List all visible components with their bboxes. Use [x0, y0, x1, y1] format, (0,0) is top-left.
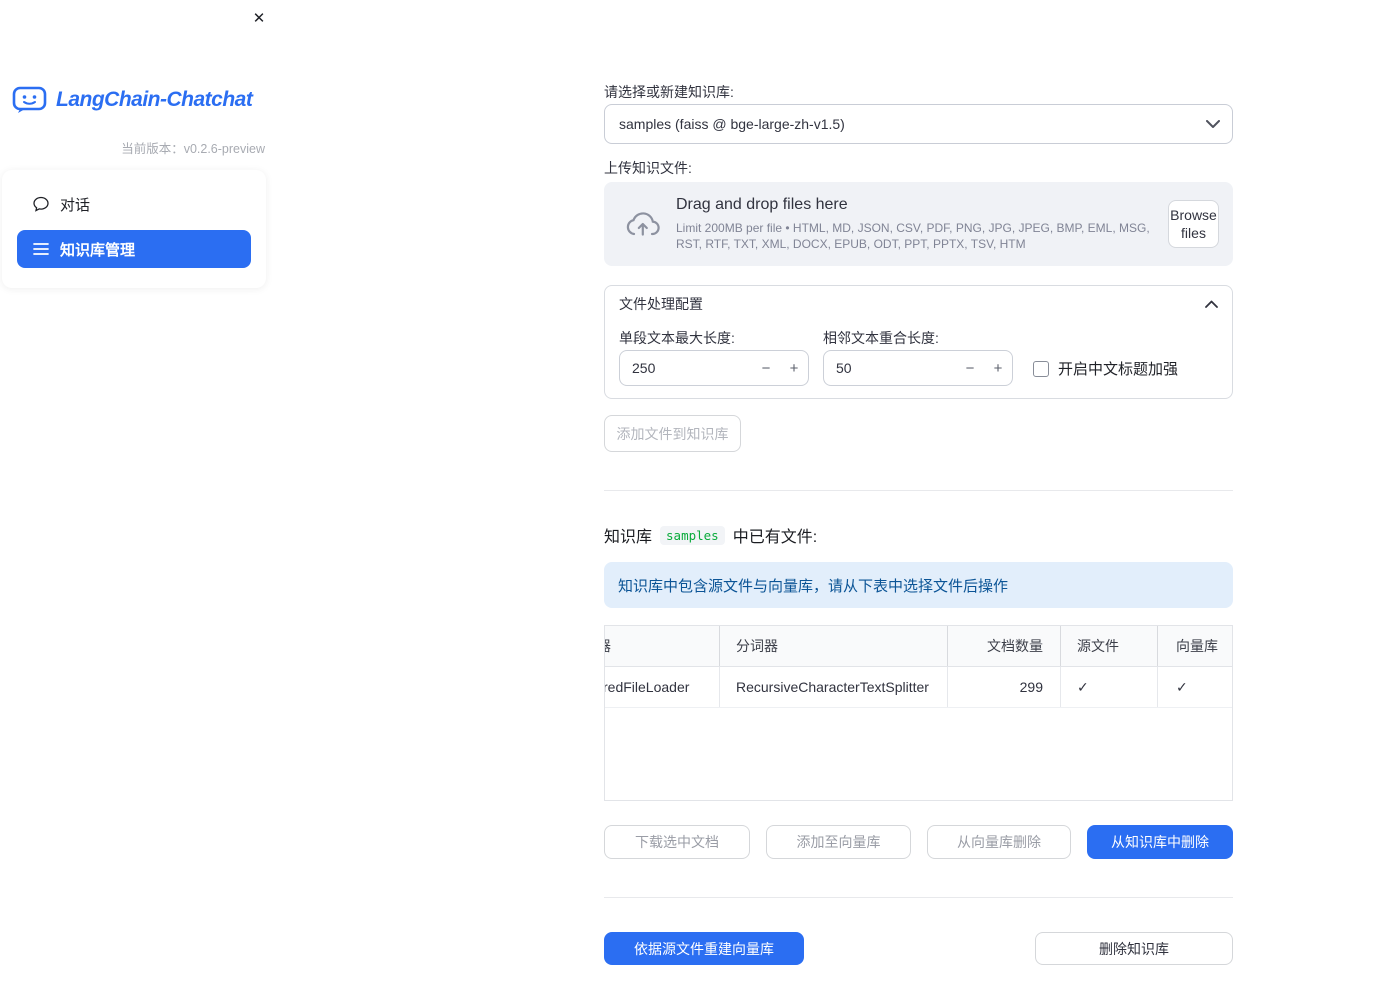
info-banner: 知识库中包含源文件与向量库，请从下表中选择文件后操作 — [604, 562, 1233, 608]
add-to-vector-store-button[interactable]: 添加至向量库 — [766, 825, 911, 859]
minus-stepper-icon[interactable]: − — [956, 351, 984, 385]
chevron-down-icon — [1206, 120, 1220, 128]
existing-suffix: 中已有文件: — [732, 529, 818, 546]
app-logo: LangChain-Chatchat — [12, 86, 253, 114]
plus-stepper-icon[interactable]: + — [984, 351, 1012, 385]
files-table: 器 分词器 文档数量 源文件 向量库 redFileLoader Recursi… — [604, 625, 1233, 801]
chunk-size-value[interactable]: 250 — [620, 360, 752, 376]
expander-title: 文件处理配置 — [619, 296, 703, 312]
dropzone-text: Drag and drop files here Limit 200MB per… — [676, 196, 1154, 252]
plus-stepper-icon[interactable]: + — [780, 351, 808, 385]
checkbox-unchecked[interactable] — [1033, 360, 1049, 377]
col-header-vector: 向量库 — [1176, 638, 1218, 654]
delete-from-kb-button[interactable]: 从知识库中删除 — [1087, 825, 1233, 859]
existing-prefix: 知识库 — [604, 529, 653, 546]
browse-files-button[interactable]: Browse files — [1168, 200, 1219, 248]
cloud-upload-icon — [622, 208, 662, 240]
close-sidebar-icon[interactable]: ✕ — [248, 7, 270, 29]
sidebar-item-kb-management[interactable]: 知识库管理 — [17, 230, 251, 268]
cell-loader-text: redFileLoader — [605, 679, 690, 695]
cell-splitter: RecursiveCharacterTextSplitter — [720, 667, 948, 707]
chunk-size-input[interactable]: 250 − + — [619, 350, 809, 386]
expander-header[interactable]: 文件处理配置 — [605, 286, 1232, 322]
col-header-splitter: 分词器 — [720, 626, 948, 666]
upload-label: 上传知识文件: — [604, 160, 692, 176]
col-header-loader: 器 — [605, 626, 720, 666]
cell-loader: redFileLoader — [605, 667, 720, 707]
version-line: 当前版本：v0.2.6-preview — [0, 138, 265, 157]
version-value: v0.2.6-preview — [183, 142, 265, 156]
delete-kb-button[interactable]: 删除知识库 — [1035, 932, 1233, 965]
overlap-size-label: 相邻文本重合长度: — [823, 330, 939, 346]
check-icon: ✓ — [1061, 667, 1158, 707]
file-config-expander: 文件处理配置 单段文本最大长度: 相邻文本重合长度: 250 − + 50 − … — [604, 285, 1233, 399]
overlap-size-input[interactable]: 50 − + — [823, 350, 1013, 386]
check-icon: ✓ — [1176, 678, 1188, 695]
col-header-doc-count: 文档数量 — [948, 626, 1061, 666]
rebuild-vector-store-button[interactable]: 依据源文件重建向量库 — [604, 932, 804, 965]
file-dropzone[interactable]: Drag and drop files here Limit 200MB per… — [604, 182, 1233, 266]
divider — [604, 897, 1233, 898]
divider — [604, 490, 1233, 491]
kb-select-label: 请选择或新建知识库: — [604, 84, 734, 100]
chunk-size-label: 单段文本最大长度: — [619, 330, 735, 346]
zh-title-checkbox-label: 开启中文标题加强 — [1058, 361, 1179, 378]
kb-select-value: samples (faiss @ bge-large-zh-v1.5) — [619, 116, 845, 132]
minus-stepper-icon[interactable]: − — [752, 351, 780, 385]
table-header-row: 器 分词器 文档数量 源文件 向量库 — [605, 626, 1232, 667]
app-root: ✕ LangChain-Chatchat 当前版本：v0.2.6-preview — [0, 0, 1380, 1002]
delete-from-vector-store-button[interactable]: 从向量库删除 — [927, 825, 1071, 859]
sidebar-item-label: 对话 — [60, 196, 91, 214]
sidebar-item-chat[interactable]: 对话 — [17, 184, 251, 224]
kb-select[interactable]: samples (faiss @ bge-large-zh-v1.5) — [604, 104, 1233, 144]
col-header-text: 器 — [605, 636, 611, 656]
overlap-size-value[interactable]: 50 — [824, 360, 956, 376]
sidebar-item-label: 知识库管理 — [60, 241, 136, 259]
sidebar-menu: 对话 知识库管理 — [2, 170, 266, 288]
col-header-source: 源文件 — [1061, 626, 1158, 666]
chevron-up-icon — [1205, 300, 1218, 308]
logo-chat-icon — [12, 86, 48, 114]
list-icon — [33, 241, 49, 257]
download-selected-button[interactable]: 下载选中文档 — [604, 825, 750, 859]
file-actions-row: 下载选中文档 添加至向量库 从向量库删除 从知识库中删除 — [604, 825, 1233, 859]
table-row[interactable]: redFileLoader RecursiveCharacterTextSpli… — [605, 667, 1232, 708]
kb-name-code: samples — [660, 525, 725, 545]
cell-doc-count: 299 — [948, 667, 1061, 707]
add-files-to-kb-button[interactable]: 添加文件到知识库 — [604, 415, 741, 452]
chat-bubble-icon — [33, 196, 49, 212]
logo-text: LangChain-Chatchat — [56, 88, 253, 111]
main-content: 请选择或新建知识库: samples (faiss @ bge-large-zh… — [604, 0, 1233, 1002]
info-text: 知识库中包含源文件与向量库，请从下表中选择文件后操作 — [618, 577, 1009, 595]
existing-files-line: 知识库 samples 中已有文件: — [604, 523, 817, 547]
sidebar: ✕ LangChain-Chatchat 当前版本：v0.2.6-preview — [0, 0, 280, 1002]
dropzone-limit: Limit 200MB per file • HTML, MD, JSON, C… — [676, 221, 1150, 251]
dropzone-title: Drag and drop files here — [676, 196, 848, 213]
version-caption: 当前版本： — [121, 142, 184, 156]
zh-title-checkbox-row[interactable]: 开启中文标题加强 — [1033, 358, 1178, 379]
